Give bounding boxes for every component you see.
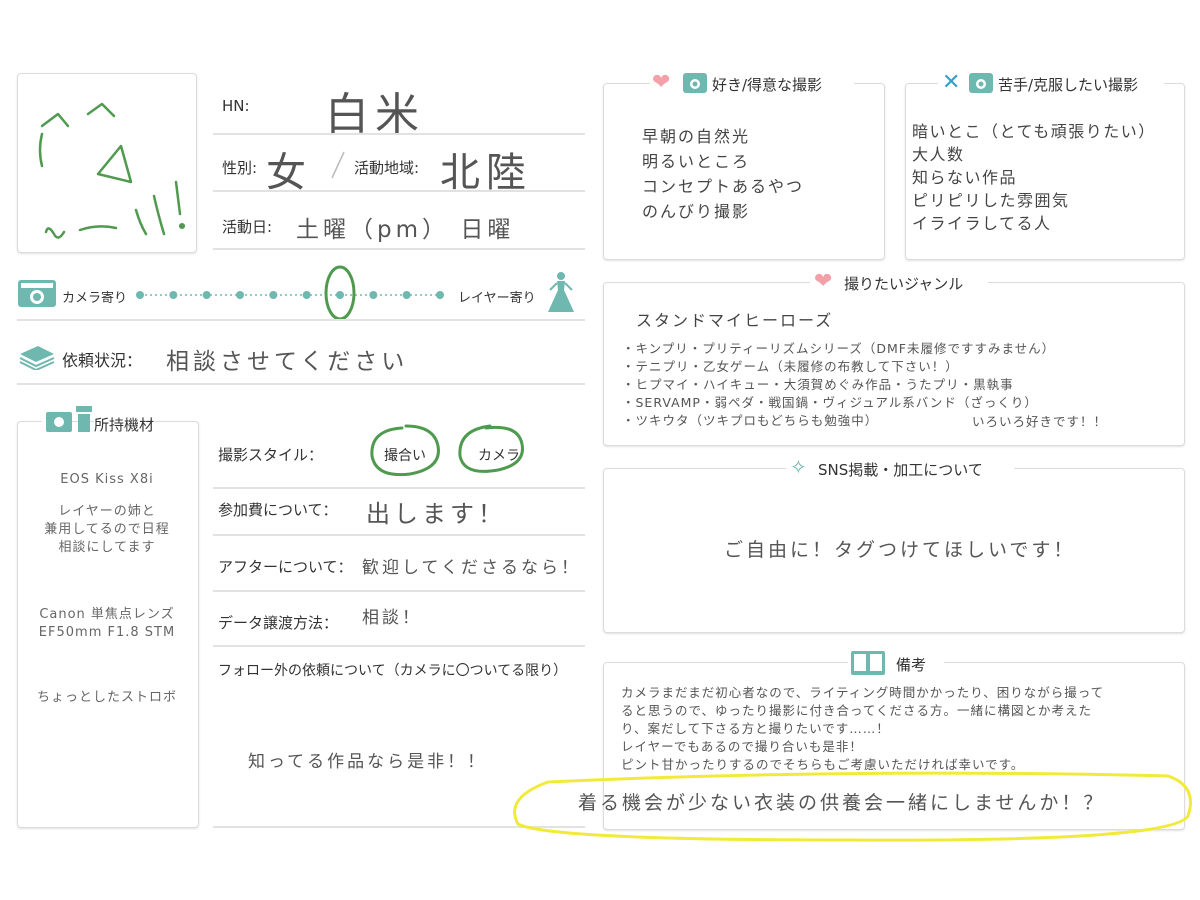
after-value: 歓迎してくださるなら！ — [362, 558, 581, 578]
scale-dot[interactable] — [202, 291, 211, 299]
divider — [213, 248, 585, 250]
divider — [213, 487, 585, 489]
scale-dot[interactable] — [436, 291, 444, 299]
likes-item: 明るいところ — [642, 152, 751, 171]
fee-label: 参加費について： — [218, 501, 338, 519]
scale-dot[interactable] — [136, 291, 144, 299]
avatar-scribble — [38, 102, 186, 239]
scale-dot[interactable] — [302, 291, 311, 299]
gear-item: レイヤーの姉と — [58, 504, 156, 519]
divider — [213, 133, 585, 135]
likes-title-row: ❤ 好き/得意な撮影 — [650, 70, 854, 96]
area-label: 活動地域: — [354, 159, 420, 177]
divider — [17, 383, 585, 385]
likes-item: コンセプトあるやつ — [642, 177, 805, 196]
data-transfer-label: データ譲渡方法： — [218, 614, 339, 632]
genres-item: ・テニプリ・乙女ゲーム（未履修の布教して下さい！） — [622, 359, 959, 374]
divider — [213, 190, 585, 192]
scale-dot[interactable] — [369, 291, 378, 299]
remarks-line: ると思うので、ゆったり撮影に付き合ってくださる方。一緒に構図とか考えた — [621, 703, 1093, 718]
book-icon — [851, 651, 885, 675]
genres-item: ・ツキウタ（ツキプロもどちらも勉強中） — [622, 413, 879, 428]
follow-label: フォロー外の依頼について（カメラに〇ついてる限り） — [218, 663, 568, 679]
remarks-title: 備考 — [896, 654, 927, 675]
divider — [17, 319, 585, 321]
days-label: 活動日: — [222, 218, 273, 236]
slash-divider — [331, 151, 345, 179]
sns-title: SNS掲載・加工について — [818, 459, 983, 480]
scale-left-label: カメラ寄り — [62, 291, 128, 306]
dislikes-item: 知らない作品 — [912, 168, 1018, 187]
sns-title-row: ✧ SNS掲載・加工について — [786, 455, 1014, 481]
gear-item: ちょっとしたストロボ — [36, 690, 177, 705]
remarks-line: カメラまだまだ初心者なので、ライティング時間かかったり、困りながら撮って — [621, 685, 1105, 700]
camera-icon — [969, 73, 993, 93]
scale-dot[interactable] — [269, 291, 278, 299]
camera-icon — [18, 280, 56, 307]
dislikes-item: ピリピリした雰囲気 — [912, 191, 1070, 210]
scale-right-label: レイヤー寄り — [458, 291, 536, 306]
dislikes-item: 大人数 — [912, 145, 965, 164]
dislikes-item: イライラしてる人 — [912, 214, 1052, 233]
days-value: 土曜（pm） 日曜 — [296, 217, 515, 243]
dislikes-title-row: ✕ 苦手/克服したい撮影 — [938, 70, 1164, 96]
gear-item: EOS Kiss X8i — [60, 472, 154, 487]
genres-title: 撮りたいジャンル — [844, 273, 964, 294]
request-label: 依頼状況： — [62, 351, 143, 370]
cross-icon: ✕ — [942, 70, 961, 95]
likes-item: のんびり撮影 — [642, 202, 751, 221]
dislikes-title: 苦手/克服したい撮影 — [998, 74, 1139, 95]
divider — [213, 645, 585, 647]
camera-lens-icon — [46, 406, 92, 432]
genres-item: ・SERVAMP・弱ペダ・戦国鍋・ヴィジュアル系バンド（ざっくり） — [622, 395, 1038, 410]
avatar — [17, 73, 197, 253]
divider — [213, 534, 585, 536]
hn-label: HN: — [222, 97, 250, 115]
follow-value: 知ってる作品なら是非！！ — [248, 752, 488, 772]
gear-title: 所持機材 — [94, 414, 155, 435]
divider — [213, 590, 585, 592]
dislikes-item: 暗いとこ（とても頑張りたい） — [912, 122, 1156, 141]
style-circles — [370, 424, 524, 477]
gear-item: Canon 単焦点レンズ — [39, 607, 175, 622]
remarks-line: レイヤーでもあるので撮り合いも是非！ — [621, 739, 863, 754]
genres-title-row: ❤ 撮りたいジャンル — [810, 269, 988, 295]
document-stack-icon — [19, 346, 55, 370]
genres-note: いろいろ好きです！！ — [972, 414, 1108, 429]
remarks-line: り、案だして下さる方と撮りたいです……！ — [621, 721, 890, 736]
request-value: 相談させてください — [166, 349, 409, 375]
gear-item: 相談にしてます — [58, 540, 156, 555]
remarks-title-row: 備考 — [848, 648, 944, 678]
data-transfer-value: 相談！ — [362, 608, 422, 628]
scale-dot[interactable] — [169, 291, 178, 299]
sparkle-icon: ✧ — [790, 455, 807, 479]
likes-item: 早朝の自然光 — [642, 127, 751, 146]
genres-item: ・キンプリ・プリティーリズムシリーズ（DMF未履修ですすみません） — [622, 341, 1056, 356]
dress-figure-icon — [548, 272, 574, 312]
likes-title: 好き/得意な撮影 — [712, 74, 823, 95]
genres-headline: スタンドマイヒーローズ — [636, 311, 834, 330]
heart-icon: ❤ — [814, 269, 833, 294]
fee-value: 出します！ — [366, 500, 506, 528]
camera-icon — [683, 73, 707, 93]
scale-dot[interactable] — [336, 291, 344, 299]
gear-item: EF50mm F1.8 STM — [38, 625, 176, 640]
scale-dot[interactable] — [402, 291, 411, 299]
gender-label: 性別: — [222, 159, 258, 177]
sns-value: ご自由に！タグつけてほしいです！ — [724, 539, 1076, 561]
preference-scale — [136, 265, 444, 321]
gear-item: 兼用してるので日程 — [44, 522, 170, 537]
style-label: 撮影スタイル： — [218, 446, 324, 464]
remarks-highlight: 着る機会が少ない衣装の供養会一緒にしませんか！？ — [578, 792, 1106, 814]
after-label: アフターについて： — [218, 558, 353, 576]
heart-icon: ❤ — [652, 70, 671, 95]
genres-item: ・ヒプマイ・ハイキュー・大須賀めぐみ作品・うたプリ・黒執事 — [622, 377, 1014, 392]
gear-title-row: 所持機材 — [42, 404, 155, 438]
scale-dot[interactable] — [236, 291, 244, 299]
